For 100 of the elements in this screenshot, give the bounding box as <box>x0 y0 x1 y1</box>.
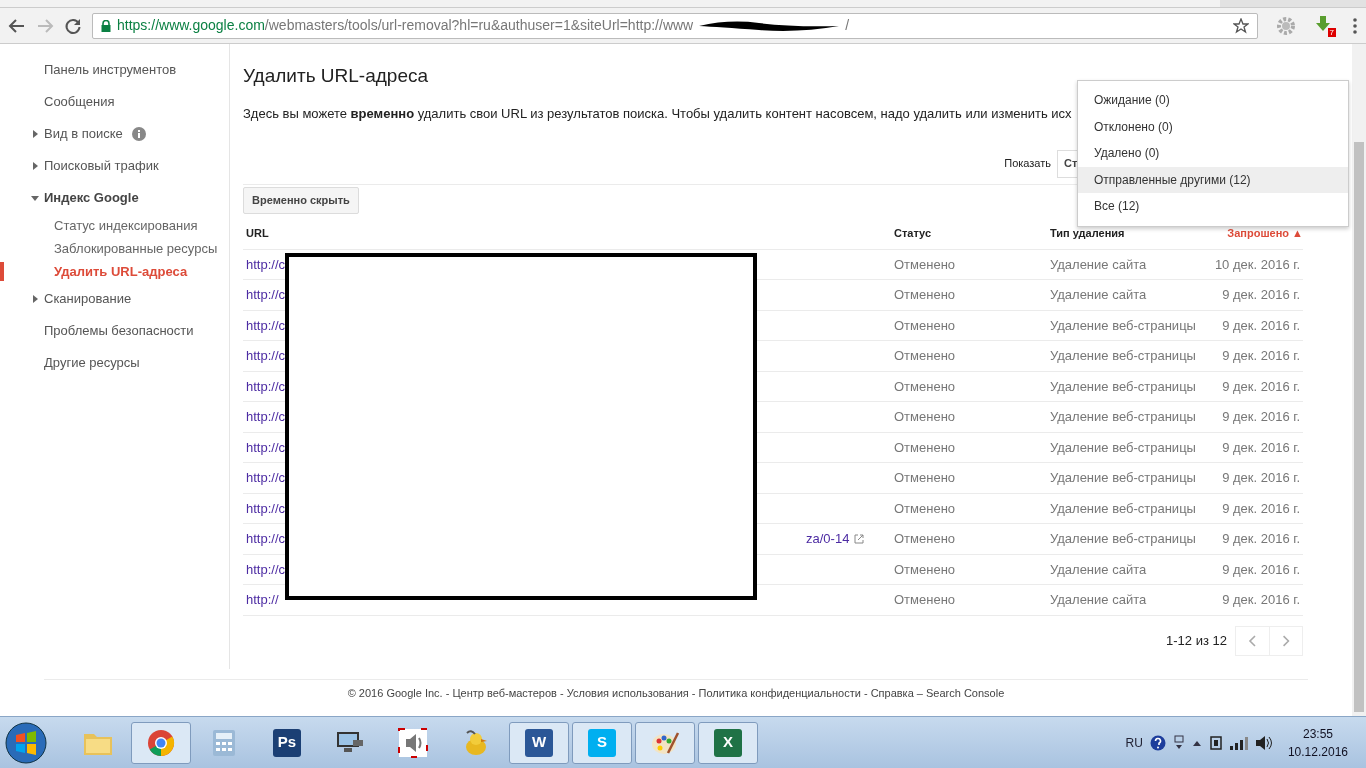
language-indicator[interactable]: RU <box>1125 733 1143 752</box>
extension-badge: 7 <box>1327 27 1336 37</box>
removal-type-cell-text: Удаление сайта <box>1050 591 1148 609</box>
expand-arrow-icon[interactable] <box>31 295 39 303</box>
status-cell-text: Отменено <box>894 499 957 518</box>
sidebar-subitem[interactable]: Удалить URL-адреса <box>54 261 188 282</box>
menu-item[interactable]: Отправленные другими (12) <box>1078 166 1348 193</box>
download-icon[interactable] <box>1314 14 1332 33</box>
menu-item[interactable]: Отклонено (0) <box>1078 113 1348 140</box>
app-icon[interactable]: X <box>714 728 742 757</box>
status-cell-text: Отменено <box>894 591 957 609</box>
sidebar-item[interactable]: Сообщения <box>44 92 115 112</box>
date-cell-text: 10 дек. 2016 г. <box>1213 255 1301 274</box>
removal-type-cell-text: Удаление веб-страницы <box>1050 347 1197 365</box>
back-icon[interactable] <box>8 16 26 35</box>
removal-type-cell-text: Удаление веб-страницы <box>1050 469 1197 487</box>
expand-arrow-icon[interactable] <box>31 130 39 138</box>
url-link[interactable]: http://c <box>246 529 286 549</box>
status-cell-text: Отменено <box>894 316 957 335</box>
date-cell-text: 9 дек. 2016 г. <box>1221 347 1301 365</box>
url-link[interactable]: http://c <box>246 254 286 274</box>
menu-item[interactable]: Удалено (0) <box>1078 140 1348 167</box>
removal-type-cell-text: Удаление веб-страницы <box>1050 408 1197 426</box>
clock-date[interactable]: 10.12.2016 <box>1287 742 1348 761</box>
lock-icon <box>101 19 111 32</box>
url-link[interactable]: http://c <box>246 437 286 457</box>
status-cell-text: Отменено <box>894 377 957 396</box>
footer-text: © 2016 Google Inc. - Центр веб-мастеров - Условия использования - Политика конфиденциальности - Справка – Search Console <box>347 686 1005 702</box>
taskbar-button[interactable] <box>635 721 695 764</box>
url-link[interactable]: http://c <box>246 315 286 335</box>
reload-icon[interactable] <box>64 16 82 35</box>
address-bar[interactable]: https://www.google.com/webmasters/tools/url-removal?hl=ru&authuser=1&siteUrl=http://www / <box>92 12 1258 39</box>
hide-button[interactable]: Временно скрыть <box>243 186 359 214</box>
expand-arrow-icon[interactable] <box>31 162 39 170</box>
url-link[interactable]: http://c <box>246 285 286 305</box>
date-cell-text: 9 дек. 2016 г. <box>1221 469 1301 487</box>
removal-type-cell-text: Удаление веб-страницы <box>1050 316 1197 335</box>
date-cell-text: 9 дек. 2016 г. <box>1221 591 1301 609</box>
taskbar-button[interactable]: W <box>509 721 569 764</box>
sidebar-subitem[interactable]: Статус индексирования <box>54 215 198 236</box>
url-link[interactable]: http://c <box>246 559 286 579</box>
status-cell-text: Отменено <box>894 530 957 548</box>
sidebar-item[interactable]: Сканирование <box>44 289 132 309</box>
sidebar-item[interactable]: Панель инструментов <box>44 60 177 80</box>
sidebar-item[interactable]: Проблемы безопасности <box>44 321 194 341</box>
status-cell-text: Отменено <box>894 255 957 274</box>
url-link[interactable]: http://c <box>246 407 286 427</box>
removal-type-cell-text: Удаление сайта <box>1050 286 1148 304</box>
removal-type-cell-text: Удаление веб-страницы <box>1050 530 1197 548</box>
url-link[interactable]: http:// <box>246 590 279 610</box>
app-icon[interactable]: W <box>525 728 553 757</box>
url-link[interactable]: http://c <box>246 468 286 488</box>
taskbar-button[interactable]: X <box>698 721 758 764</box>
chrome-icon[interactable] <box>147 728 175 757</box>
column-header: Статус <box>894 225 933 241</box>
info-icon[interactable] <box>131 127 146 141</box>
scrollbar[interactable] <box>1352 44 1366 716</box>
url-link[interactable]: http://c <box>246 376 286 396</box>
url-link[interactable]: http://c <box>246 346 286 366</box>
date-cell-text: 9 дек. 2016 г. <box>1221 377 1301 396</box>
app-icon[interactable]: Ps <box>273 728 301 757</box>
menu-item[interactable]: Ожидание (0) <box>1078 87 1348 114</box>
status-cell-text: Отменено <box>894 438 957 457</box>
url-link[interactable]: http://c <box>246 498 286 518</box>
removal-type-cell-text: Удаление веб-страницы <box>1050 377 1197 396</box>
start-button[interactable] <box>4 720 48 765</box>
page-title: Удалить URL-адреса <box>243 64 429 88</box>
removal-type-cell-text: Удаление веб-страницы <box>1050 438 1197 457</box>
external-link-icon[interactable] <box>854 533 865 544</box>
sidebar-subitem[interactable]: Заблокированные ресурсы <box>54 238 218 259</box>
column-header: Тип удаления <box>1050 225 1126 241</box>
expand-arrow-icon[interactable] <box>31 194 39 202</box>
column-header: URL <box>245 225 270 241</box>
speaker-icon[interactable] <box>398 727 428 758</box>
removal-type-cell-text: Удаление веб-страницы <box>1050 499 1197 518</box>
menu-item[interactable]: Все (12) <box>1078 193 1348 220</box>
pagination-range: 1-12 из 12 <box>1166 631 1227 650</box>
taskbar-button[interactable]: Ps <box>257 721 317 764</box>
signal-icon[interactable] <box>1229 735 1248 750</box>
status-cell-text: Отменено <box>894 408 957 426</box>
volume-icon[interactable] <box>1254 734 1273 751</box>
column-header[interactable]: Запрошено ▲ <box>1200 224 1303 242</box>
status-cell-text: Отменено <box>894 347 957 365</box>
url-link[interactable]: za/0-14 <box>806 529 850 549</box>
date-cell-text: 9 дек. 2016 г. <box>1221 316 1301 335</box>
help-icon[interactable] <box>1149 734 1166 751</box>
status-cell-text: Отменено <box>894 286 957 304</box>
sidebar-item[interactable]: Индекс Google <box>44 188 139 208</box>
url-text: https://www.google.com/webmasters/tools/url-removal?hl=ru&authuser=1&siteUrl=http://www <box>117 16 694 35</box>
removal-type-cell-text: Удаление сайта <box>1050 560 1148 579</box>
url-end: / <box>845 16 850 35</box>
menu-icon[interactable] <box>1352 16 1358 35</box>
star-icon[interactable] <box>1233 17 1249 34</box>
device-icon[interactable] <box>1208 734 1223 751</box>
sidebar-item[interactable]: Поисковый трафик <box>44 156 159 176</box>
date-cell-text: 9 дек. 2016 г. <box>1221 530 1301 548</box>
show-label: Показать <box>1004 156 1051 172</box>
clock-time[interactable]: 23:55 <box>1302 724 1333 743</box>
sidebar-item[interactable]: Вид в поиске <box>44 124 123 144</box>
sidebar-item[interactable]: Другие ресурсы <box>44 353 140 373</box>
